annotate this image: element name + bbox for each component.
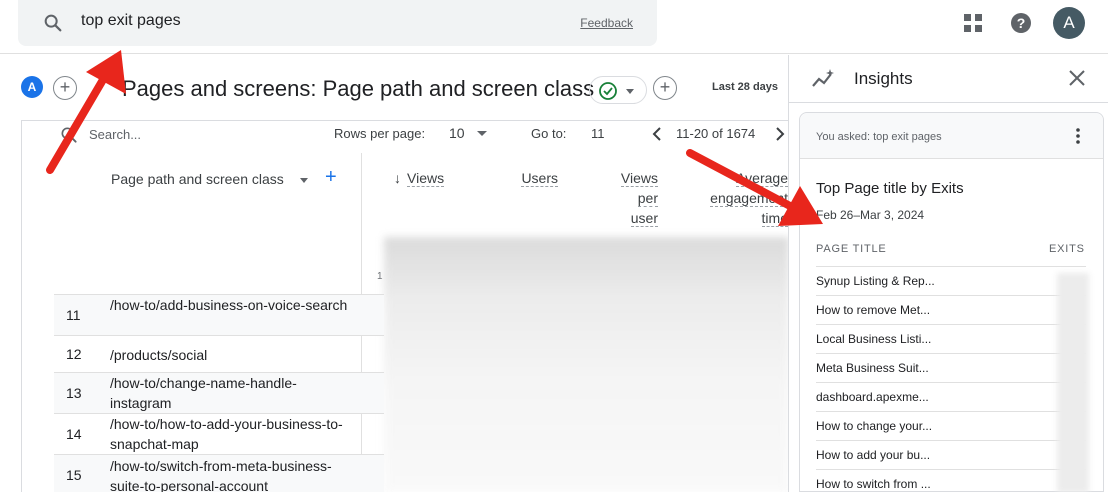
insight-rows: Synup Listing & Rep... How to remove Met… [816,266,1086,492]
row-path[interactable]: /how-to/change-name-handle-instagram [110,373,350,413]
list-item: Local Business Listi... [816,324,1086,353]
insight-card-date: Feb 26–Mar 3, 2024 [816,208,925,222]
add-comparison-button[interactable]: + [653,76,677,100]
sort-down-arrow-icon: ↓ [394,170,401,186]
list-item: How to add your bu... [816,440,1086,469]
column-header-page-title: PAGE TITLE [816,243,887,255]
table-row[interactable]: 14 /how-to/how-to-add-your-business-to-s… [54,413,384,454]
row-number: 14 [66,426,82,442]
list-item: Meta Business Suit... [816,353,1086,382]
search-icon [44,14,62,32]
check-circle-icon [599,82,617,100]
list-item: dashboard.apexme... [816,382,1086,411]
search-bar[interactable]: top exit pages Feedback [18,0,657,46]
search-query[interactable]: top exit pages [81,12,181,30]
insights-panel: Insights You asked: top exit pages Top P… [788,55,1108,492]
account-avatar[interactable]: A [1053,7,1085,39]
metric-header-views-per-user[interactable]: Views per user [612,168,658,228]
table-search-input[interactable]: Search... [89,127,141,142]
row-number-fragment: 1 [377,271,383,282]
report-header: A + Pages and screens: Page path and scr… [0,55,788,120]
table-row[interactable]: 11 /how-to/add-business-on-voice-search [54,294,384,335]
list-item: Synup Listing & Rep... [816,266,1086,295]
app-root: top exit pages Feedback ? A A + Pages an… [0,0,1108,492]
list-item: How to change your... [816,411,1086,440]
feedback-link[interactable]: Feedback [580,16,633,30]
metric-header-average-engagement[interactable]: Average engagement time [702,168,788,228]
insights-title: Insights [854,69,913,88]
metric-header-views[interactable]: ↓ Views [394,168,445,188]
table-row[interactable]: 12 /products/social [54,335,384,372]
row-number: 15 [66,467,82,483]
pagination-range: 11-20 of 1674 [676,126,756,141]
svg-text:?: ? [1017,15,1026,31]
dimension-header[interactable]: Page path and screen class [111,171,284,187]
row-number: 13 [66,385,82,401]
chevron-left-icon[interactable] [649,125,665,143]
row-number: 11 [66,307,81,323]
page-title: Pages and screens: Page path and screen … [122,76,595,101]
list-item: How to switch from ... [816,469,1086,492]
list-item: How to remove Met... [816,295,1086,324]
add-segment-button[interactable]: + [53,76,77,100]
asked-text: You asked: top exit pages [816,131,942,143]
top-bar: top exit pages Feedback ? A [0,0,1108,54]
column-header-exits: EXITS [1049,243,1085,255]
insights-icon [812,69,834,87]
more-options-icon[interactable] [1070,127,1086,145]
report-table: Search... Rows per page: 10 Go to: 11 11… [21,120,789,492]
chevron-right-icon[interactable] [772,125,788,143]
asked-question: You asked: top exit pages [800,113,1103,159]
row-path[interactable]: /products/social [110,345,350,365]
insight-card-title: Top Page title by Exits [816,180,964,197]
chevron-down-icon[interactable] [477,131,487,136]
blurred-metrics [384,237,789,492]
report-status-dropdown[interactable] [589,76,647,104]
row-path[interactable]: /how-to/add-business-on-voice-search [110,295,350,315]
rows-per-page-select[interactable]: 10 [449,125,465,141]
row-path[interactable]: /how-to/switch-from-meta-business-suite-… [110,456,350,492]
goto-label: Go to: [531,126,567,141]
insight-card: You asked: top exit pages Top Page title… [799,112,1104,492]
insights-header: Insights [789,55,1108,103]
table-row[interactable]: 13 /how-to/change-name-handle-instagram [54,372,384,413]
blurred-exit-values [1057,273,1089,492]
metric-header-users[interactable]: Users [516,168,558,188]
help-icon[interactable]: ? [1010,12,1032,34]
search-icon [61,127,77,143]
chevron-down-icon [626,89,634,94]
close-icon[interactable] [1067,68,1087,88]
row-number: 12 [66,346,82,362]
table-row[interactable]: 15 /how-to/switch-from-meta-business-sui… [54,454,384,492]
table-body: 11 /how-to/add-business-on-voice-search … [54,294,384,492]
chevron-down-icon[interactable] [300,178,308,183]
row-path[interactable]: /how-to/how-to-add-your-business-to-snap… [110,414,350,454]
date-range[interactable]: Last 28 days [712,81,778,93]
segment-avatar[interactable]: A [21,76,43,98]
rows-per-page-label: Rows per page: [334,126,426,141]
add-dimension-button[interactable]: + [325,166,337,189]
apps-grid-icon[interactable] [962,12,984,34]
table-toolbar: Search... Rows per page: 10 Go to: 11 11… [22,121,789,153]
goto-input[interactable]: 11 [591,126,605,141]
